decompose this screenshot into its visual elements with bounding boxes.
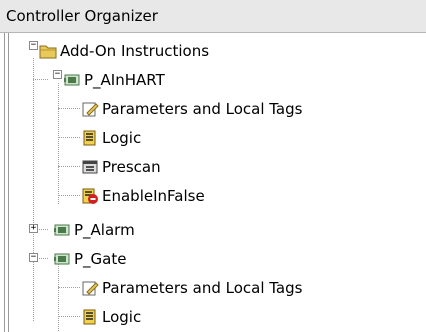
panel-title: Controller Organizer (0, 0, 426, 33)
tree-item-prescan[interactable]: Prescan (81, 152, 161, 181)
parameters-icon (81, 100, 99, 118)
tree-item-label: Prescan (102, 157, 161, 176)
tree-guide-line (58, 166, 80, 167)
tree-item-logic[interactable]: Logic (81, 302, 141, 331)
tree-item-p-ainhart[interactable]: P_AInHART (63, 65, 165, 94)
collapse-toggle[interactable]: − (29, 253, 38, 262)
tree-guide-line (33, 58, 34, 321)
tree-item-label: Logic (102, 307, 142, 326)
tree-item-label: P_Gate (74, 249, 127, 268)
collapse-toggle[interactable]: − (53, 70, 62, 79)
controller-organizer-tree[interactable]: − Add-On Instructions − P_AInHART Parame… (0, 33, 426, 332)
tree-guide-line (58, 195, 80, 196)
tree-item-p-gate[interactable]: P_Gate (53, 244, 126, 273)
tree-item-parameters-and-local-tags[interactable]: Parameters and Local Tags (81, 94, 302, 123)
expand-toggle[interactable]: + (29, 224, 38, 233)
tree-item-parameters-and-local-tags[interactable]: Parameters and Local Tags (81, 273, 302, 302)
add-on-instruction-icon (63, 71, 81, 89)
tree-item-label: Add-On Instructions (60, 41, 210, 60)
tree-item-add-on-instructions[interactable]: Add-On Instructions (39, 36, 209, 65)
collapse-toggle[interactable]: − (29, 41, 38, 50)
tree-item-label: Parameters and Local Tags (102, 278, 303, 297)
tree-item-label: Parameters and Local Tags (102, 99, 303, 118)
tree-item-label: Logic (102, 128, 142, 147)
tree-guide-line (58, 108, 80, 109)
tree-item-label: P_AInHART (84, 70, 165, 89)
tree-guide-line (58, 83, 59, 204)
parameters-icon (81, 279, 99, 297)
prescan-routine-icon (81, 158, 99, 176)
tree-item-enableinfalse[interactable]: EnableInFalse (81, 181, 205, 210)
folder-icon (39, 42, 57, 60)
add-on-instruction-icon (53, 250, 71, 268)
add-on-instruction-icon (53, 221, 71, 239)
tree-guide-line (58, 316, 80, 317)
tree-item-logic[interactable]: Logic (81, 123, 141, 152)
enable-in-false-icon (81, 187, 99, 205)
logic-routine-icon (81, 308, 99, 326)
logic-routine-icon (81, 129, 99, 147)
tree-guide-line (58, 137, 80, 138)
tree-guide-line (33, 79, 48, 80)
tree-item-label: P_Alarm (74, 220, 135, 239)
tree-item-label: EnableInFalse (102, 186, 205, 205)
tree-item-p-alarm[interactable]: P_Alarm (53, 215, 135, 244)
tree-guide-line (58, 287, 80, 288)
